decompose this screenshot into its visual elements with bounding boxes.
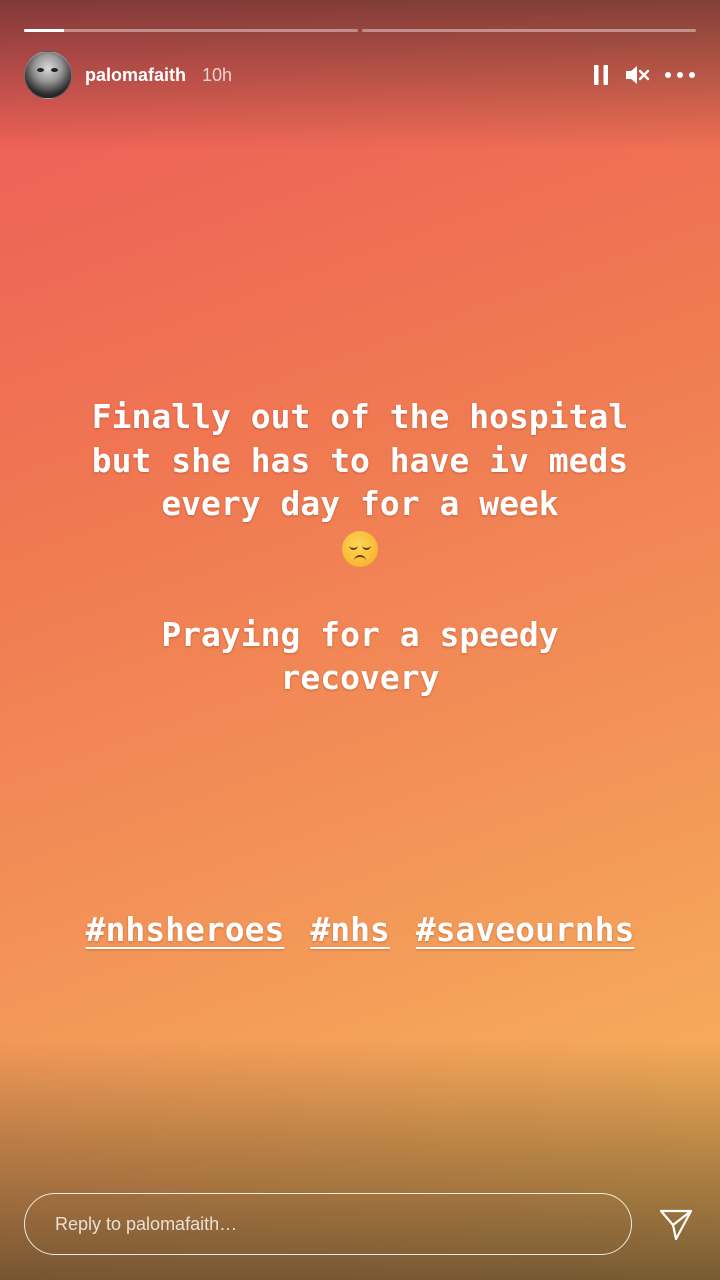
story-controls	[592, 63, 696, 87]
username[interactable]: palomafaith	[85, 65, 186, 86]
hashtag-row: #nhsheroes #nhs #saveournhs	[20, 910, 700, 949]
story-header: palomafaith 10h	[24, 51, 696, 99]
more-options-icon[interactable]	[664, 70, 696, 80]
pause-icon[interactable]	[592, 63, 610, 87]
story-caption: Finally out of the hospital but she has …	[20, 395, 700, 700]
progress-fill	[24, 29, 65, 32]
send-icon[interactable]	[656, 1204, 696, 1244]
caption-line: but she has to have iv meds	[91, 440, 629, 480]
pensive-face-emoji	[342, 531, 378, 567]
caption-line: Praying for a speedy	[161, 614, 559, 654]
hashtag-saveournhs[interactable]: #saveournhs	[416, 910, 635, 949]
caption-line: every day for a week	[161, 484, 559, 523]
hashtag-nhsheroes[interactable]: #nhsheroes	[86, 910, 285, 949]
progress-segment	[24, 29, 358, 32]
reply-input[interactable]	[24, 1193, 633, 1255]
caption-line: Finally out of the hospital	[91, 397, 629, 436]
caption-line: recovery	[280, 658, 440, 697]
post-time: 10h	[202, 64, 233, 85]
mute-icon[interactable]	[624, 63, 650, 87]
hashtag-nhs[interactable]: #nhs	[310, 910, 389, 949]
avatar[interactable]	[24, 51, 72, 99]
story-viewer[interactable]: palomafaith 10h Finally out of the hospi…	[0, 0, 720, 1280]
reply-bar	[24, 1192, 696, 1256]
emoji-line	[20, 526, 700, 570]
story-progress	[24, 29, 696, 32]
progress-segment	[362, 29, 696, 32]
